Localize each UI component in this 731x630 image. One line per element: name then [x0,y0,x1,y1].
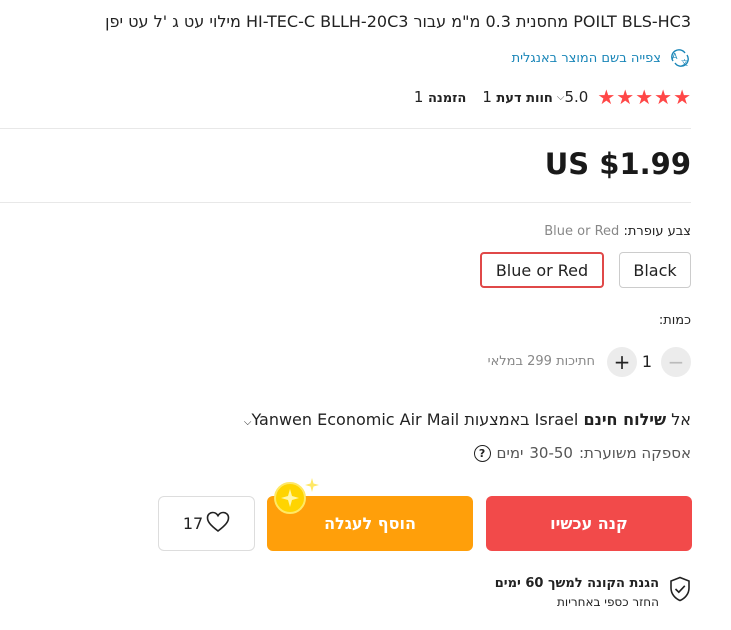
shipping-to: אל [671,410,691,429]
wishlist-count: 17 [182,514,204,533]
color-option-black[interactable]: Black [619,252,691,288]
divider [0,128,691,129]
selected-color-value: Blue or Red [544,224,620,239]
divider [0,202,691,203]
star-icon: ★ [616,84,635,109]
rating-score: 5.0 [564,88,589,106]
color-option-blue-or-red[interactable]: Blue or Red [480,252,604,288]
delivery-days: 30-50 [529,444,573,462]
reviews-link[interactable]: 1 חוות דעת [482,88,553,106]
translate-title-link[interactable]: צפייה בשם המוצר באנגלית A 文 [512,49,691,67]
protection-title: הגנת הקונה למשך 60 ימים [494,576,659,591]
chevron-down-icon[interactable]: ⌵ [557,92,565,103]
sparkle-icon [268,474,324,524]
price: US $1.99 [544,147,691,181]
protection-subtitle: החזר כספי באחריות [557,595,659,609]
heart-icon [206,511,230,537]
translate-label: צפייה בשם המוצר באנגלית [511,50,661,66]
stock-available: חתיכות 299 במלאי [487,354,595,369]
delivery-label: אספקה משוערת: [578,444,691,462]
free-shipping-label: שילוח חינם [583,410,667,429]
help-icon[interactable]: ? [473,444,491,462]
quantity-value[interactable]: 1 [642,352,652,371]
star-icon: ★ [673,84,691,109]
translate-icon: A 文 [669,49,691,67]
shipping-info[interactable]: ⌵Yanwen Economic Air Mail באמצעות Israel… [244,410,691,429]
shipping-via: באמצעות [464,410,530,429]
quantity-decrease-button[interactable]: − [661,347,691,377]
color-label: צבע עופרת: Blue or Red [544,224,691,239]
delivery-unit: ימים [496,444,524,462]
svg-text:A: A [672,52,678,61]
buy-now-button[interactable]: קנה עכשיו [486,496,692,551]
shield-check-icon [669,576,691,606]
quantity-label: כמות: [658,313,691,328]
quantity-increase-button[interactable]: + [607,347,637,377]
star-rating: ★★★★★ [596,87,691,108]
wishlist-button[interactable]: 17 [158,496,255,551]
delivery-estimate: ? ימים 30-50 אספקה משוערת: [473,444,691,462]
star-icon: ★ [597,84,616,109]
star-icon: ★ [654,84,673,109]
shipping-country: Israel [534,410,579,429]
rating-row: 1 הזמנה 1 חוות דעת ⌵ 5.0 ★★★★★ [400,86,691,108]
buyer-protection: הגנת הקונה למשך 60 ימים החזר כספי באחריו… [495,576,691,609]
shipping-carrier: Yanwen Economic Air Mail [251,410,460,429]
star-icon: ★ [635,84,654,109]
svg-text:文: 文 [681,58,688,67]
orders-count: 1 הזמנה [413,88,467,106]
product-title: POILT BLS-HC3 מחסנית 0.3 מ"מ עבור HI-TEC… [105,12,691,31]
